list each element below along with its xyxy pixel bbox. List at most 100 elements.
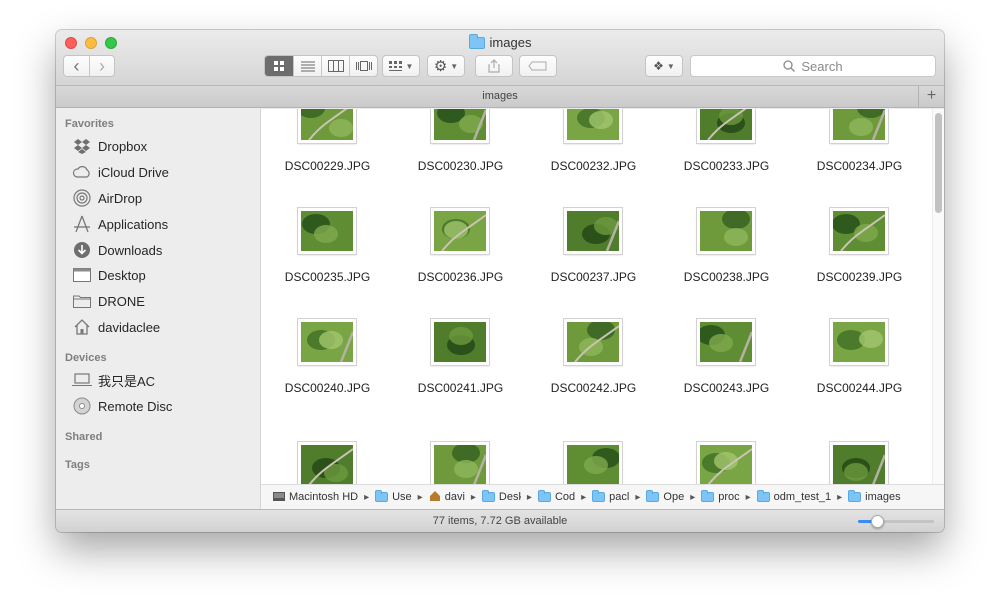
file-name[interactable]: DSC00242.JPG (527, 381, 660, 395)
file-thumbnail[interactable] (697, 109, 755, 143)
file-item[interactable]: DSC00238.JPG (660, 208, 793, 308)
sidebar-item-applications[interactable]: Applications (72, 213, 168, 235)
file-item[interactable]: DSC00234.JPG (793, 109, 926, 197)
file-name[interactable]: DSC00236.JPG (394, 270, 527, 284)
file-thumbnail[interactable] (564, 109, 622, 143)
file-item[interactable]: DSC00229.JPG (261, 109, 394, 197)
icon-size-slider[interactable] (858, 515, 934, 528)
file-name[interactable]: DSC00241.JPG (394, 381, 527, 395)
breadcrumb-item[interactable]: Macintosh HD (273, 490, 358, 505)
path-bar: Macintosh HD ▸ Use ▸ davi ▸ Desk ▸ Cod ▸ pacl ▸ Ope ▸… (261, 484, 944, 509)
file-name[interactable]: DSC00239.JPG (793, 270, 926, 284)
file-thumbnail[interactable] (697, 319, 755, 365)
file-name[interactable]: DSC00240.JPG (261, 381, 394, 395)
thumbnail-image (434, 322, 486, 362)
file-name[interactable]: DSC00238.JPG (660, 270, 793, 284)
file-name[interactable]: DSC00243.JPG (660, 381, 793, 395)
sidebar-item-drone[interactable]: DRONE (72, 290, 145, 312)
file-thumbnail[interactable] (298, 208, 356, 254)
scrollbar-track[interactable] (932, 109, 944, 484)
icon-view-button[interactable] (265, 56, 293, 76)
file-item[interactable]: DSC00232.JPG (527, 109, 660, 197)
file-name[interactable]: DSC00230.JPG (394, 159, 527, 173)
breadcrumb-item[interactable]: Desk (481, 490, 521, 503)
file-name[interactable]: DSC00233.JPG (660, 159, 793, 173)
new-tab-button[interactable]: + (918, 86, 944, 107)
file-item[interactable] (394, 430, 527, 484)
file-thumbnail[interactable] (431, 208, 489, 254)
sidebar-item-icloud[interactable]: iCloud Drive (72, 161, 169, 183)
back-button[interactable]: ‹ (64, 56, 89, 76)
list-view-button[interactable] (293, 56, 321, 76)
file-item[interactable]: DSC00240.JPG (261, 319, 394, 419)
file-thumbnail[interactable] (564, 442, 622, 484)
file-item[interactable]: DSC00239.JPG (793, 208, 926, 308)
file-thumbnail[interactable] (564, 208, 622, 254)
file-item[interactable]: DSC00233.JPG (660, 109, 793, 197)
file-item[interactable]: DSC00230.JPG (394, 109, 527, 197)
file-thumbnail[interactable] (830, 442, 888, 484)
file-name[interactable]: DSC00244.JPG (793, 381, 926, 395)
gallery-view-button[interactable] (349, 56, 377, 76)
sidebar-item-remote-disc[interactable]: Remote Disc (72, 395, 172, 417)
chevron-right-icon: ▸ (690, 491, 696, 503)
file-thumbnail[interactable] (298, 109, 356, 143)
file-thumbnail[interactable] (697, 208, 755, 254)
breadcrumb-item[interactable]: pacl (592, 490, 629, 503)
file-item[interactable]: DSC00242.JPG (527, 319, 660, 419)
tab-title[interactable]: images (482, 90, 517, 102)
sidebar-item-mac[interactable]: 我只是AC (72, 369, 155, 391)
sidebar-item-dropbox[interactable]: Dropbox (72, 135, 147, 157)
share-button[interactable] (475, 55, 513, 77)
file-thumbnail[interactable] (564, 319, 622, 365)
file-item[interactable]: DSC00236.JPG (394, 208, 527, 308)
breadcrumb-item[interactable]: proc (701, 490, 740, 503)
file-thumbnail[interactable] (431, 319, 489, 365)
file-item[interactable]: DSC00235.JPG (261, 208, 394, 308)
file-name[interactable]: DSC00234.JPG (793, 159, 926, 173)
slider-knob[interactable] (871, 515, 884, 528)
file-thumbnail[interactable] (431, 442, 489, 484)
sidebar-item-desktop[interactable]: Desktop (72, 264, 146, 286)
file-thumbnail[interactable] (830, 319, 888, 365)
file-item[interactable] (527, 430, 660, 484)
forward-button[interactable]: › (89, 56, 114, 76)
breadcrumb-item[interactable]: odm_test_1 (756, 490, 831, 503)
file-item[interactable]: DSC00237.JPG (527, 208, 660, 308)
file-item[interactable] (660, 430, 793, 484)
breadcrumb-item[interactable]: Ope (646, 490, 684, 503)
file-item[interactable]: DSC00241.JPG (394, 319, 527, 419)
file-name[interactable]: DSC00237.JPG (527, 270, 660, 284)
file-item[interactable] (261, 430, 394, 484)
breadcrumb-item[interactable]: davi (429, 490, 465, 505)
tags-button[interactable] (519, 55, 557, 77)
file-thumbnail[interactable] (830, 109, 888, 143)
file-thumbnail[interactable] (830, 208, 888, 254)
sidebar-item-home[interactable]: davidaclee (72, 316, 160, 338)
dropbox-button[interactable]: ❖ ▼ (645, 55, 683, 77)
column-view-button[interactable] (321, 56, 349, 76)
sidebar-section-tags[interactable]: Tags (65, 459, 90, 471)
search-field[interactable]: Search (690, 55, 936, 77)
file-thumbnail[interactable] (697, 442, 755, 484)
action-button[interactable]: ⚙ ▼ (427, 55, 465, 77)
sidebar-item-downloads[interactable]: Downloads (72, 239, 162, 261)
file-thumbnail[interactable] (431, 109, 489, 143)
folder-icon (468, 33, 485, 49)
file-item[interactable]: DSC00244.JPG (793, 319, 926, 419)
file-name[interactable]: DSC00235.JPG (261, 270, 394, 284)
breadcrumb-item[interactable]: Cod (537, 490, 575, 503)
file-name[interactable]: DSC00229.JPG (261, 159, 394, 173)
breadcrumb-item[interactable]: images (848, 490, 901, 503)
file-item[interactable]: DSC00243.JPG (660, 319, 793, 419)
scrollbar-thumb[interactable] (935, 113, 942, 213)
folder-icon (72, 292, 92, 310)
breadcrumb-item[interactable]: Use (375, 490, 412, 503)
file-thumbnail[interactable] (298, 319, 356, 365)
sidebar-section-shared[interactable]: Shared (65, 431, 102, 443)
file-item[interactable] (793, 430, 926, 484)
file-name[interactable]: DSC00232.JPG (527, 159, 660, 173)
file-thumbnail[interactable] (298, 442, 356, 484)
sidebar-item-airdrop[interactable]: AirDrop (72, 187, 142, 209)
arrange-button[interactable]: ▼ (382, 55, 420, 77)
